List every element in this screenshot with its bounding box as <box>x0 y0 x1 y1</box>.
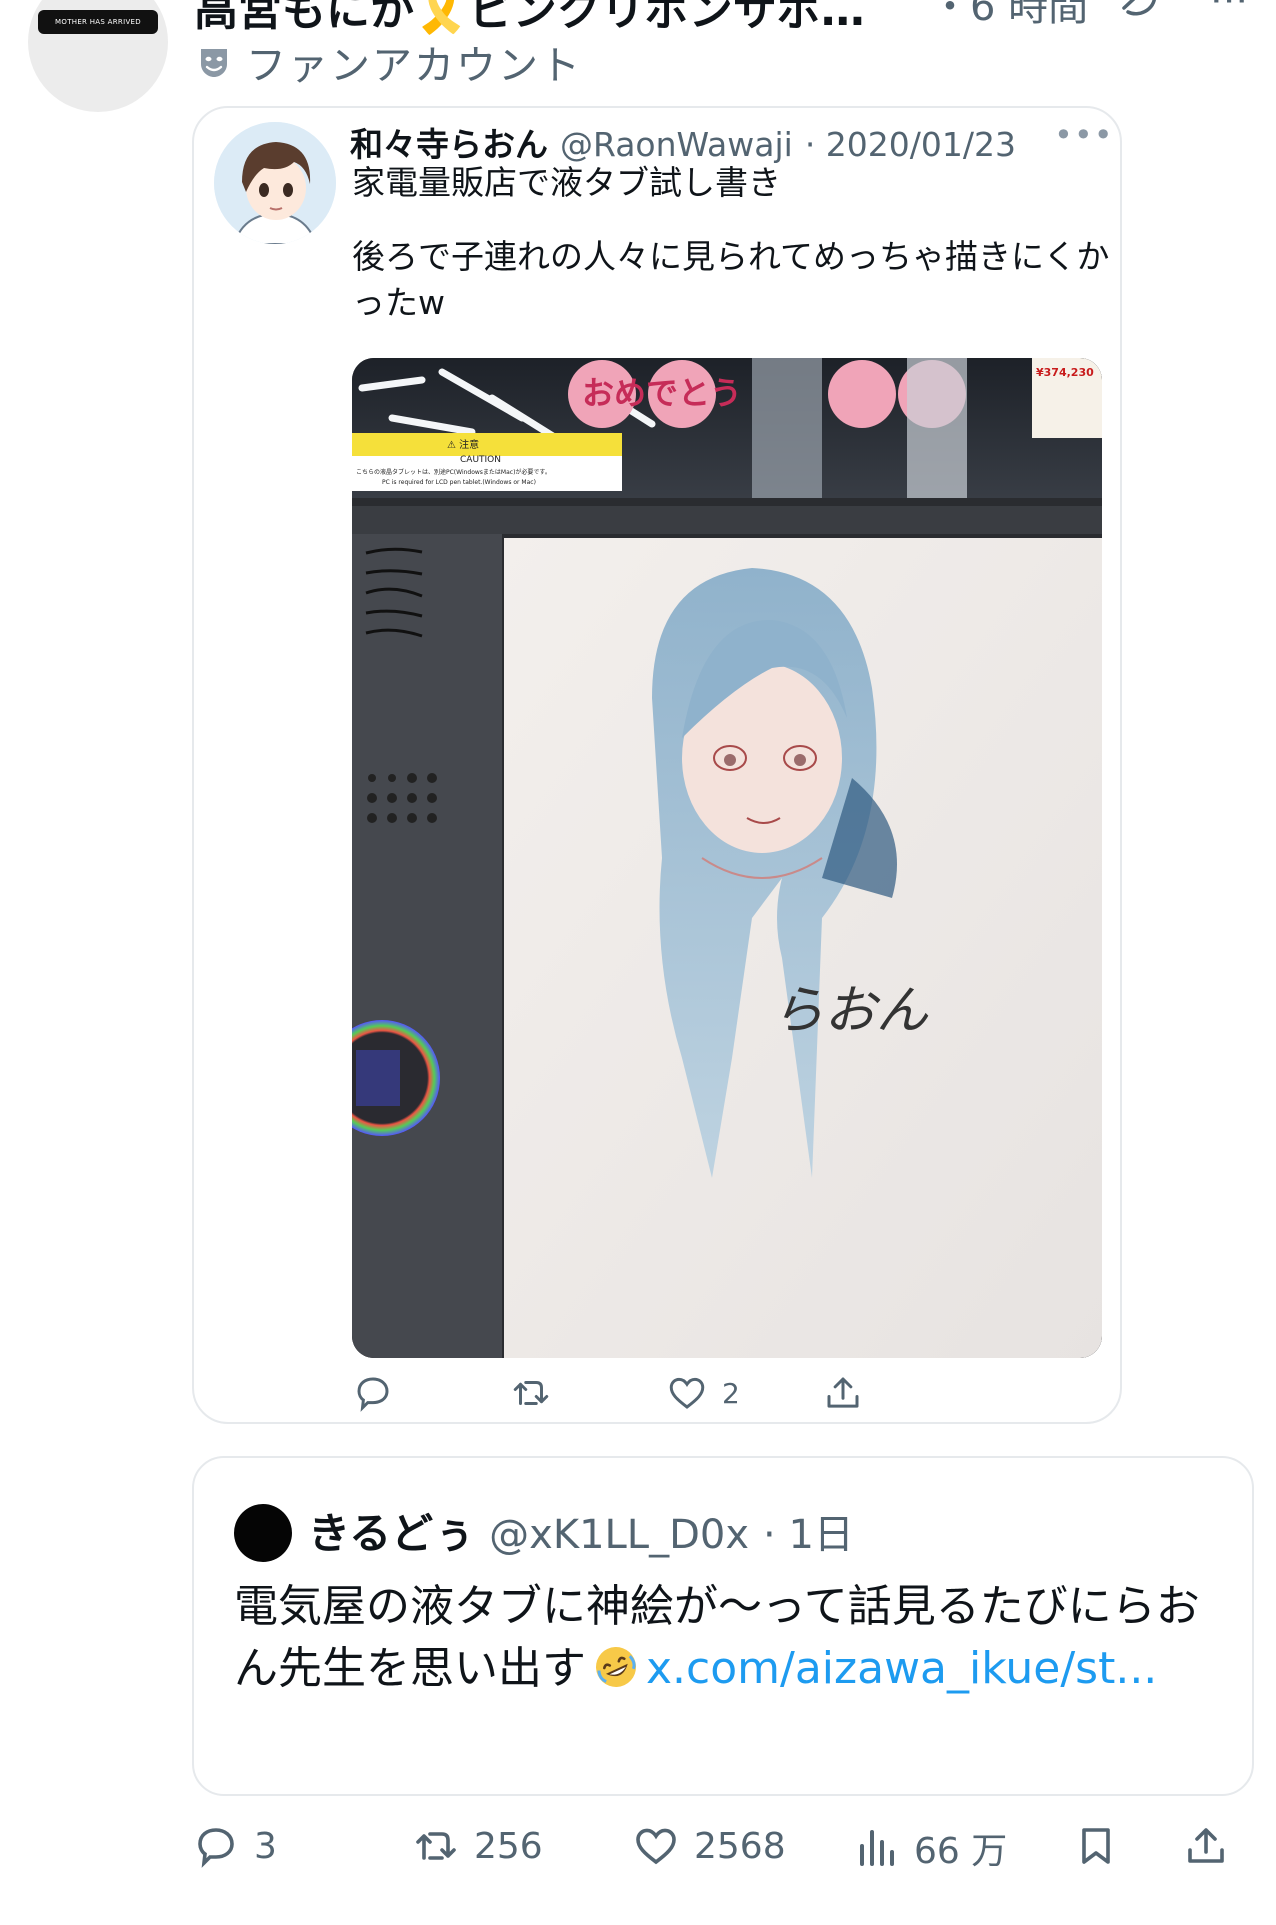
embedded-actions: 2 <box>352 1372 992 1422</box>
banner-text: おめでとう <box>582 374 742 412</box>
tweet-actions: 3 256 2568 66 万 <box>192 1822 1252 1882</box>
embedded-author-handle: @RaonWawaji <box>560 125 793 164</box>
grok-icon[interactable] <box>1118 0 1162 18</box>
quoted-author-handle: @xK1LL_D0x <box>489 1512 750 1558</box>
quoted-author-avatar <box>234 1504 292 1562</box>
embedded-tweet-image[interactable]: 和々寺らおん @RaonWawaji · 2020/01/23 ••• 家電量販… <box>192 106 1122 1424</box>
sign-caution: CAUTION <box>460 455 501 465</box>
price-tag: ¥374,230 <box>1036 366 1094 379</box>
embedded-more-icon: ••• <box>1054 116 1114 154</box>
retweet-count: 256 <box>474 1825 543 1867</box>
sign-en: PC is required for LCD pen tablet.(Windo… <box>382 479 536 486</box>
quoted-author-name: きるどぅ <box>308 1509 476 1558</box>
drawing-signature: らおん <box>772 981 929 1041</box>
embedded-like: 2 <box>666 1372 740 1414</box>
quoted-time: · 1日 <box>763 1512 854 1558</box>
fan-account-label: ファンアカウント <box>196 38 582 89</box>
embedded-photo: おめでとう ¥374,230 ⚠ 注意 CAUTION こちらの液晶タブレットは… <box>352 358 1102 1358</box>
view-count: 66 万 <box>914 1831 1008 1872</box>
embedded-text-line: 家電量販店で液タブ試し書き <box>352 163 781 202</box>
post-time[interactable]: ・6 時間 <box>930 0 1088 32</box>
rolling-laughing-emoji-icon <box>596 1647 636 1687</box>
retweet-icon <box>416 1832 456 1860</box>
quoted-header: きるどぅ @xK1LL_D0x · 1日 <box>308 1500 854 1561</box>
embedded-tweet-text: 家電量販店で液タブ試し書き 後ろで子連れの人々に見られてめっちゃ描きにくかったw <box>352 160 1112 326</box>
quoted-tweet-text: 電気屋の液タブに神絵が〜って話見るたびにらおん先生を思い出す x.com/aiz… <box>234 1576 1214 1700</box>
author-avatar[interactable]: MOTHER HAS ARRIVED <box>28 0 168 112</box>
embedded-header: 和々寺らおん @RaonWawaji · 2020/01/23 <box>350 118 1016 166</box>
bookmark-icon <box>1082 1828 1110 1864</box>
bookmark-button[interactable] <box>1072 1822 1120 1870</box>
reply-button[interactable]: 3 <box>192 1822 277 1870</box>
reply-count: 3 <box>254 1825 277 1867</box>
more-icon[interactable]: ··· <box>1210 0 1248 24</box>
embedded-author-name: 和々寺らおん <box>350 125 548 164</box>
embedded-author-avatar <box>214 122 336 244</box>
share-icon <box>1188 1828 1224 1863</box>
views-button[interactable]: 66 万 <box>852 1822 1007 1874</box>
sign-jp: こちらの液晶タブレットは、別途PC(WindowsまたはMac)が必要です。 <box>356 468 551 476</box>
embedded-reply-icon <box>352 1372 394 1414</box>
embedded-heart-icon <box>669 1377 705 1409</box>
sign-title: ⚠ 注意 <box>447 438 479 451</box>
retweet-button[interactable]: 256 <box>412 1822 543 1870</box>
share-button[interactable] <box>1182 1822 1230 1870</box>
embedded-share-icon <box>822 1372 864 1414</box>
analytics-icon <box>860 1830 894 1866</box>
quoted-link[interactable]: x.com/aizawa_ikue/st... <box>646 1643 1157 1694</box>
embedded-like-count: 2 <box>722 1376 740 1410</box>
embedded-date: · 2020/01/23 <box>804 125 1017 164</box>
embedded-retweet-icon <box>510 1372 552 1414</box>
fan-account-text: ファンアカウント <box>246 43 582 89</box>
reply-icon <box>198 1828 234 1868</box>
heart-icon <box>636 1828 676 1865</box>
theater-mask-icon <box>201 49 227 77</box>
quoted-tweet[interactable]: きるどぅ @xK1LL_D0x · 1日 電気屋の液タブに神絵が〜って話見るたび… <box>192 1456 1254 1796</box>
embedded-text-line: 後ろで子連れの人々に見られてめっちゃ描きにくかったw <box>352 237 1110 322</box>
avatar-badge-text: MOTHER HAS ARRIVED <box>38 10 158 34</box>
like-count: 2568 <box>694 1825 786 1867</box>
like-button[interactable]: 2568 <box>632 1822 786 1870</box>
